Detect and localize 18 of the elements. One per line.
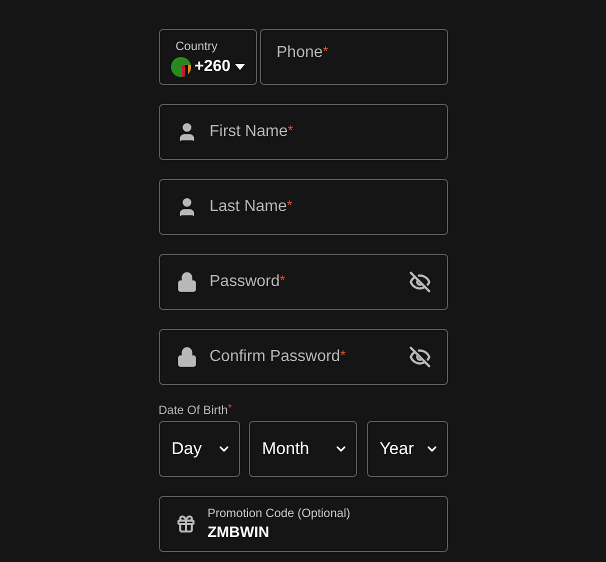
phone-field[interactable]: Phone* xyxy=(260,29,448,85)
country-code-select[interactable]: Country +260 xyxy=(158,29,256,85)
password-field[interactable]: Password* xyxy=(158,254,448,310)
dropdown-select[interactable]: Day xyxy=(158,421,240,477)
eye-off-icon[interactable] xyxy=(408,271,430,293)
lock-icon xyxy=(176,346,198,368)
password-field[interactable]: Confirm Password* xyxy=(158,329,448,385)
date-of-birth-label: Date Of Birth* xyxy=(158,402,233,419)
caret-icon xyxy=(234,64,245,70)
dropdown-select[interactable]: Month xyxy=(249,421,357,477)
text-field[interactable]: Last Name* xyxy=(158,179,448,235)
promotion-code-field[interactable]: Promotion Code (Optional) ZMBWIN xyxy=(158,496,448,552)
text-field[interactable]: First Name* xyxy=(158,104,448,160)
lock-icon xyxy=(176,271,198,293)
dropdown-select[interactable]: Year xyxy=(366,421,448,477)
gift-icon xyxy=(176,514,196,534)
eye-off-icon[interactable] xyxy=(408,346,430,368)
flag-icon xyxy=(170,57,190,77)
